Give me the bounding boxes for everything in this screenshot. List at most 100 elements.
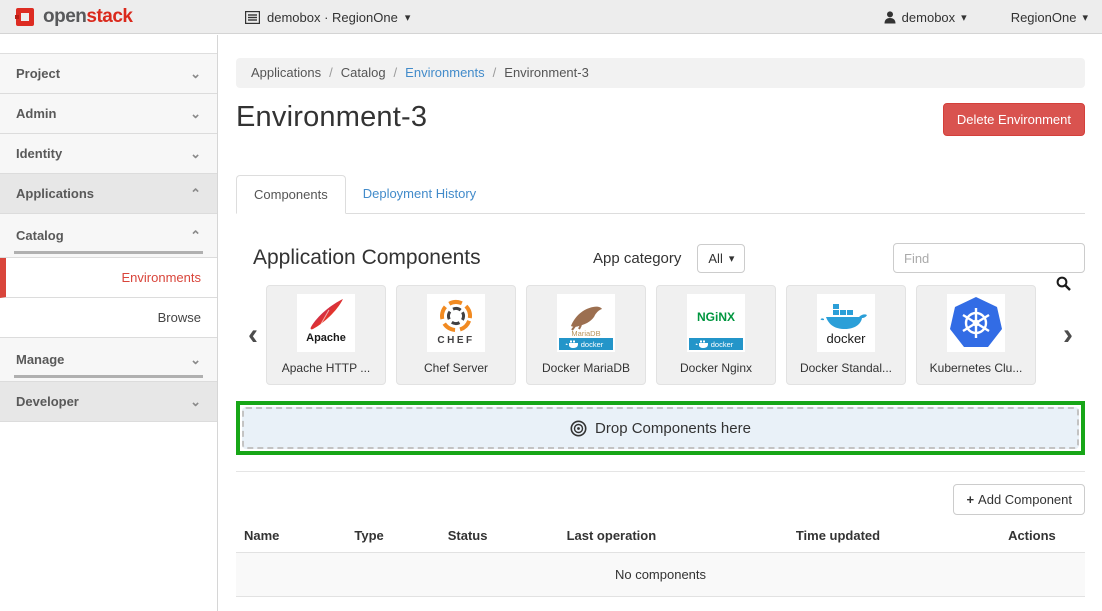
dropzone-highlight: Drop Components here xyxy=(236,401,1085,455)
sidebar-item-label: Project xyxy=(16,66,60,81)
sidebar-item-applications[interactable]: Applications ⌃ xyxy=(0,174,217,214)
carousel-next-button[interactable]: › xyxy=(1055,285,1081,385)
breadcrumb-environments-link[interactable]: Environments xyxy=(405,65,484,80)
sidebar-item-manage[interactable]: Manage ⌄ xyxy=(0,338,217,382)
component-card-apache[interactable]: Apache Apache HTTP ... xyxy=(266,285,386,385)
brand-text: openstack xyxy=(43,6,133,28)
drop-components-zone[interactable]: Drop Components here xyxy=(242,407,1079,449)
domain-icon xyxy=(245,11,260,24)
brand-stack: stack xyxy=(86,6,132,27)
component-card-docker-mariadb[interactable]: MariaDB docker Docker MariaDB xyxy=(526,285,646,385)
column-header-name: Name xyxy=(236,519,346,553)
components-table: Name Type Status Last operation Time upd… xyxy=(236,519,1085,597)
category-filter-value: All xyxy=(708,251,722,266)
table-actions-row: + Add Component xyxy=(236,484,1085,515)
tab-bar: Components Deployment History xyxy=(236,175,1085,214)
add-component-button[interactable]: + Add Component xyxy=(953,484,1085,515)
caret-down-icon: ▾ xyxy=(405,11,411,24)
search-input[interactable] xyxy=(893,243,1085,273)
svg-text:NGiNX: NGiNX xyxy=(697,310,735,324)
caret-down-icon: ▾ xyxy=(1082,11,1088,24)
chevron-down-icon: ⌄ xyxy=(190,106,201,122)
component-card-kubernetes[interactable]: Kubernetes Clu... xyxy=(916,285,1036,385)
nginx-docker-logo: NGiNX docker xyxy=(687,294,745,352)
section-heading: Application Components xyxy=(253,246,593,270)
sidebar-item-label: Environments xyxy=(122,270,201,285)
search-icon[interactable] xyxy=(1056,276,1071,291)
sidebar-item-environments[interactable]: Environments xyxy=(0,258,217,298)
svg-text:CHEF: CHEF xyxy=(437,335,474,346)
component-card-label: Kubernetes Clu... xyxy=(930,361,1023,375)
add-component-label: Add Component xyxy=(978,492,1072,507)
sidebar-item-catalog[interactable]: Catalog ⌃ xyxy=(0,214,217,258)
apache-logo: Apache xyxy=(297,294,355,352)
svg-text:docker: docker xyxy=(581,340,604,349)
plus-icon: + xyxy=(966,492,974,507)
sidebar-item-browse[interactable]: Browse xyxy=(0,298,217,338)
chevron-up-icon: ⌃ xyxy=(190,228,201,244)
component-card-label: Docker Standal... xyxy=(800,361,892,375)
chevron-down-icon: ⌄ xyxy=(190,394,201,410)
chef-logo: CHEF xyxy=(427,294,485,352)
breadcrumb-separator xyxy=(386,65,406,80)
component-card-docker-nginx[interactable]: NGiNX docker Docker Nginx xyxy=(656,285,776,385)
sidebar-item-label: Catalog xyxy=(16,228,64,243)
dropzone-text: Drop Components here xyxy=(595,420,751,437)
chevron-down-icon: ⌄ xyxy=(190,146,201,162)
category-filter-dropdown[interactable]: All ▾ xyxy=(697,244,745,273)
svg-text:docker: docker xyxy=(711,340,734,349)
sidebar-item-label: Developer xyxy=(16,394,79,409)
user-menu-label: demobox xyxy=(902,10,955,25)
docker-logo: docker xyxy=(817,294,875,352)
column-header-actions: Actions xyxy=(1000,519,1085,553)
breadcrumb-separator xyxy=(485,65,505,80)
sidebar-item-label: Admin xyxy=(16,106,56,121)
sidebar-item-label: Manage xyxy=(16,352,64,367)
openstack-logo-icon xyxy=(14,6,36,28)
region-menu[interactable]: RegionOne ▾ xyxy=(1011,10,1088,25)
carousel-prev-button[interactable]: ‹ xyxy=(240,285,266,385)
components-carousel: ‹ Apache Apache HTTP ... xyxy=(236,285,1085,385)
component-card-label: Docker Nginx xyxy=(680,361,752,375)
delete-environment-button[interactable]: Delete Environment xyxy=(943,103,1085,136)
sidebar-item-identity[interactable]: Identity ⌄ xyxy=(0,134,217,174)
section-divider xyxy=(236,471,1085,472)
tab-deployment-history[interactable]: Deployment History xyxy=(346,175,493,213)
component-card-label: Apache HTTP ... xyxy=(282,361,370,375)
user-menu[interactable]: demobox ▾ xyxy=(884,10,967,25)
caret-down-icon: ▾ xyxy=(961,11,967,24)
breadcrumb: ApplicationsCatalogEnvironmentsEnvironme… xyxy=(236,58,1085,88)
sidebar-item-project[interactable]: Project ⌄ xyxy=(0,54,217,94)
region-menu-label: RegionOne xyxy=(1011,10,1077,25)
column-header-time-updated: Time updated xyxy=(788,519,1000,553)
app-category-label: App category xyxy=(593,250,681,267)
topbar-right: demobox ▾ RegionOne ▾ xyxy=(884,0,1088,34)
breadcrumb-applications: Applications xyxy=(251,65,321,80)
component-card-docker-standalone[interactable]: docker Docker Standal... xyxy=(786,285,906,385)
project-context-switcher[interactable]: demobox · RegionOne ▾ xyxy=(245,0,410,34)
carousel-cards: Apache Apache HTTP ... CHEF Chef Server xyxy=(266,285,1055,385)
openstack-brand[interactable]: openstack xyxy=(14,0,133,34)
page-title: Environment-3 xyxy=(236,101,427,134)
sidebar: Project ⌄ Admin ⌄ Identity ⌄ Application… xyxy=(0,35,218,611)
empty-table-message: No components xyxy=(236,553,1085,597)
empty-table-row: No components xyxy=(236,553,1085,597)
chevron-up-icon: ⌃ xyxy=(190,186,201,202)
app-window: openstack demobox · RegionOne ▾ demobox … xyxy=(0,0,1102,611)
user-icon xyxy=(884,11,896,24)
page-header: Environment-3 Delete Environment xyxy=(236,101,1085,136)
search-wrap xyxy=(893,243,1085,273)
sidebar-item-developer[interactable]: Developer ⌄ xyxy=(0,382,217,422)
bullseye-icon xyxy=(570,420,587,437)
breadcrumb-separator xyxy=(321,65,341,80)
svg-text:docker: docker xyxy=(826,331,866,346)
brand-open: open xyxy=(43,6,86,27)
svg-text:Apache: Apache xyxy=(306,332,346,344)
sidebar-item-label: Applications xyxy=(16,186,94,201)
sidebar-item-label: Identity xyxy=(16,146,62,161)
sidebar-item-admin[interactable]: Admin ⌄ xyxy=(0,94,217,134)
component-card-chef[interactable]: CHEF Chef Server xyxy=(396,285,516,385)
sidebar-top-strip xyxy=(0,35,217,54)
tab-components[interactable]: Components xyxy=(236,175,346,214)
svg-text:MariaDB: MariaDB xyxy=(571,329,600,338)
